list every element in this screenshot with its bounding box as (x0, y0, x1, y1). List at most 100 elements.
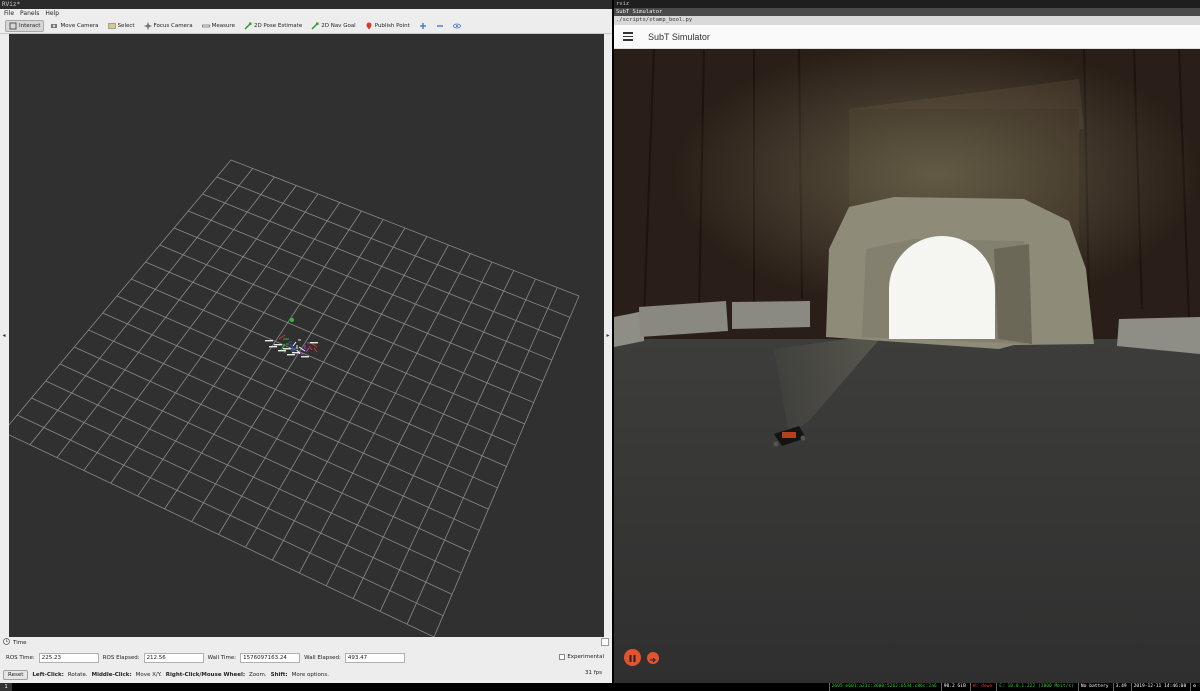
sim-wm-title-active: SubT Simulator (614, 8, 1200, 16)
tool-move-camera[interactable]: Move Camera (47, 20, 101, 32)
measure-icon (201, 22, 210, 30)
pause-icon (628, 648, 637, 667)
tool-measure[interactable]: Measure (199, 20, 238, 32)
tf-frame-label (287, 354, 295, 356)
wall-time-field[interactable]: 1576097163.24 (240, 653, 301, 663)
disk-free: 90.2 GiB (940, 683, 968, 691)
eye-icon (452, 22, 461, 30)
status-bar: Reset Left-Click: Rotate. Middle-Click: … (0, 668, 612, 681)
system-status: 2605:e601:a23c:3600:5262:6534:c86c:2a6 9… (828, 683, 1198, 691)
menu-file[interactable]: File (4, 9, 14, 18)
camera-type-button[interactable] (450, 20, 464, 32)
menu-help[interactable]: Help (45, 9, 59, 18)
collapse-left-panel-button[interactable]: ◂ (0, 34, 8, 637)
add-tool-button[interactable] (416, 20, 430, 32)
select-icon (107, 22, 116, 30)
tf-frame-axis (278, 334, 286, 340)
experimental-checkbox[interactable] (559, 654, 566, 660)
collapse-right-panel-button[interactable]: ▸ (604, 34, 612, 637)
tool-focus-camera-label: Focus Camera (153, 22, 193, 29)
status-shift-action: More options. (291, 671, 330, 678)
clock-icon (3, 638, 10, 647)
wall-elapsed-field[interactable]: 493.47 (344, 653, 405, 663)
simulation-3d-scene[interactable] (614, 49, 1200, 683)
tf-frame-axis (305, 347, 310, 353)
tool-interact[interactable]: Interact (5, 19, 45, 32)
experimental-label: Experimental (567, 654, 604, 660)
load-average: 3.49 (1112, 683, 1129, 691)
reset-button[interactable]: Reset (3, 669, 29, 680)
time-panel-title: Time (13, 639, 27, 646)
tf-frame-axis (310, 342, 318, 348)
goal-marker (290, 318, 294, 322)
time-panel-close-button[interactable] (601, 638, 609, 646)
tray-network-icon[interactable]: ⚙ (1190, 683, 1198, 691)
status-left-action: Rotate. (67, 671, 88, 678)
ros-elapsed-label: ROS Elapsed: (102, 655, 140, 661)
tool-2d-nav-goal[interactable]: 2D Nav Goal (308, 20, 359, 32)
tool-interact-label: Interact (19, 22, 41, 29)
battery-status: No battery (1077, 683, 1111, 691)
grid-overlay (9, 159, 580, 637)
tool-measure-label: Measure (211, 22, 235, 29)
tunnel-scene-render (614, 49, 1200, 683)
status-middle-action: Move X/Y. (135, 671, 162, 678)
interact-icon (9, 22, 17, 30)
3d-viewport[interactable] (9, 34, 604, 637)
tf-frame-label (278, 350, 286, 352)
tf-frame-axis (308, 345, 313, 351)
step-icon (649, 649, 657, 668)
tf-frame-label (283, 348, 291, 350)
tool-move-camera-label: Move Camera (60, 22, 99, 29)
tool-select[interactable]: Select (105, 20, 138, 32)
time-panel-header: Time (0, 637, 612, 648)
status-right-click: Right-Click/Mouse Wheel: (165, 671, 246, 678)
tool-2d-nav-goal-label: 2D Nav Goal (321, 22, 356, 29)
wall-elapsed-label: Wall Elapsed: (304, 655, 341, 661)
ros-elapsed-field[interactable]: 212.56 (143, 653, 204, 663)
wall-time-label: Wall Time: (207, 655, 237, 661)
tool-2d-pose-estimate[interactable]: 2D Pose Estimate (241, 20, 305, 32)
app-title: SubT Simulator (648, 31, 710, 42)
wireless-status: W: down (969, 683, 994, 691)
rviz-window: RViz* File Panels Help Interact Move Cam… (0, 0, 612, 683)
tool-publish-point[interactable]: Publish Point (362, 20, 413, 32)
minus-icon (436, 22, 444, 30)
tool-select-label: Select (117, 22, 135, 29)
focus-camera-icon (144, 22, 152, 30)
pose-estimate-icon (244, 22, 252, 30)
tool-focus-camera[interactable]: Focus Camera (141, 20, 196, 32)
rviz-toolbar: Interact Move Camera Select Focus Camera (0, 18, 612, 34)
sim-wm-path: ./scripts/stamp_bool.py (614, 16, 1200, 25)
workspace-button[interactable]: 1 (0, 683, 12, 691)
rviz-menubar: File Panels Help (0, 9, 612, 18)
render-area: ◂ ▸ (0, 34, 612, 637)
tf-frame-label (269, 346, 277, 348)
ipv6-address: 2605:e601:a23c:3600:5262:6534:c86c:2a6 (828, 683, 939, 691)
status-right-action: Zoom. (249, 671, 267, 678)
remove-tool-button[interactable] (433, 20, 447, 32)
fps-readout: 31 fps (584, 670, 602, 676)
status-middle-click: Middle-Click: (91, 671, 132, 678)
ros-time-field[interactable]: 225.23 (38, 653, 99, 663)
rviz-window-title: RViz* (0, 0, 612, 9)
step-button[interactable] (647, 652, 659, 664)
menu-panels[interactable]: Panels (20, 9, 39, 18)
status-left-click: Left-Click: (32, 671, 64, 678)
desktop-status-bar: 1 2605:e601:a23c:3600:5262:6534:c86c:2a6… (0, 683, 1200, 691)
tf-frame-label (310, 342, 318, 344)
tool-2d-pose-estimate-label: 2D Pose Estimate (253, 22, 303, 29)
experimental-toggle[interactable]: Experimental (559, 654, 604, 660)
move-camera-icon (50, 22, 58, 30)
pause-button[interactable] (624, 649, 641, 666)
tf-frame-axis (313, 347, 318, 353)
nav-goal-icon (311, 22, 319, 30)
subt-simulator-window: rviz SubT Simulator ./scripts/stamp_bool… (614, 0, 1200, 683)
ros-time-label: ROS Time: (6, 655, 35, 661)
tf-frame-axis (292, 341, 297, 347)
ethernet-status: E: 10.0.1.222 (1000 Mbit/s) (996, 683, 1076, 691)
tf-frame-label (265, 340, 273, 342)
tf-frame-label (292, 352, 300, 354)
menu-icon[interactable] (616, 25, 640, 49)
publish-point-icon (365, 22, 373, 30)
